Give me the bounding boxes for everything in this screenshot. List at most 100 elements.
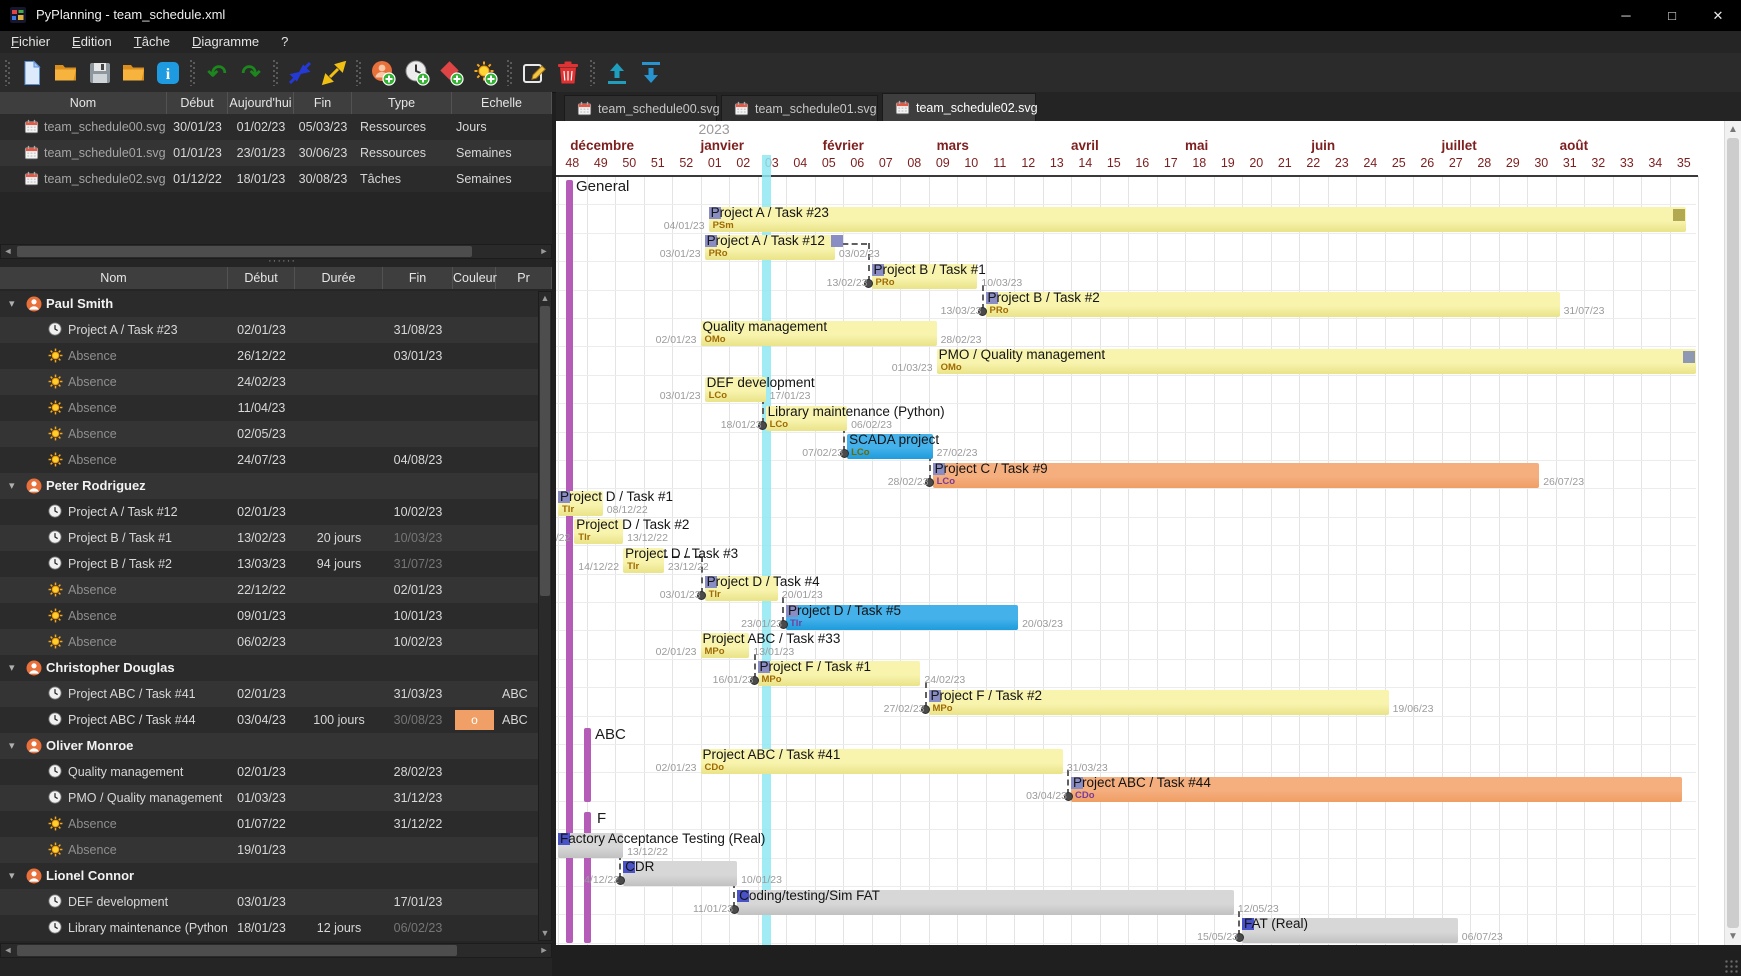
- gantt-bar-A23[interactable]: [708, 207, 1686, 232]
- open-folder-button[interactable]: [119, 58, 149, 88]
- menu-fichier[interactable]: Fichier: [0, 31, 61, 53]
- person-row[interactable]: ▾ Peter Rodriguez: [0, 473, 552, 499]
- absence-row[interactable]: Absence 11/04/23: [0, 395, 552, 421]
- task-row[interactable]: Library maintenance (Python) 18/01/23 12 j…: [0, 915, 552, 941]
- absence-row[interactable]: Absence 01/07/22 31/12/22: [0, 811, 552, 837]
- edit-item-button[interactable]: [519, 58, 549, 88]
- absence-row[interactable]: Absence 02/05/23: [0, 421, 552, 447]
- collapse-triangle-icon[interactable]: ▾: [9, 473, 15, 499]
- collapse-triangle-icon[interactable]: ▾: [9, 733, 15, 759]
- absence-row[interactable]: Absence 09/01/23 10/01/23: [0, 603, 552, 629]
- tasks-table-vscrollbar[interactable]: ▲ ▼: [538, 291, 552, 941]
- add-milestone-button[interactable]: [436, 58, 466, 88]
- scroll-left-icon[interactable]: ◄: [1, 245, 15, 258]
- absence-row[interactable]: Absence 24/07/23 04/08/23: [0, 447, 552, 473]
- tab-team_schedule01svg[interactable]: team_schedule01.svg: [721, 95, 878, 121]
- column-header-fin[interactable]: Fin: [294, 92, 352, 114]
- column-header-aujourdhui[interactable]: Aujourd'hui: [228, 92, 294, 114]
- gantt-bar-title: Project B / Task #1: [873, 261, 986, 277]
- task-row[interactable]: Project B / Task #1 13/02/23 20 jours 10/03…: [0, 525, 552, 551]
- column-header-dbut[interactable]: Début: [228, 267, 295, 289]
- absence-row[interactable]: Absence 22/12/22 02/01/23: [0, 577, 552, 603]
- task-duree: [295, 499, 383, 525]
- scroll-right-icon[interactable]: ►: [537, 245, 551, 258]
- scroll-thumb[interactable]: [17, 246, 472, 257]
- person-row[interactable]: ▾ Oliver Monroe: [0, 733, 552, 759]
- tab-team_schedule02svg[interactable]: team_schedule02.svg: [882, 93, 1038, 121]
- file-row[interactable]: team_schedule00.svg 30/01/23 01/02/23 05/03…: [0, 114, 552, 140]
- scroll-down-icon[interactable]: ▼: [1725, 929, 1741, 944]
- gantt-date-start: 15/05/23: [1197, 931, 1238, 944]
- task-row[interactable]: Project ABC / Task #44 03/04/23 100 jours 3…: [0, 707, 552, 733]
- scroll-up-icon[interactable]: ▲: [1725, 122, 1741, 137]
- scroll-thumb[interactable]: [540, 306, 550, 596]
- absence-row[interactable]: Absence 06/02/23 10/02/23: [0, 629, 552, 655]
- person-row[interactable]: ▾ Paul Smith: [0, 291, 552, 317]
- column-header-nom[interactable]: Nom: [0, 267, 228, 289]
- menu-?[interactable]: ?: [270, 31, 299, 53]
- gantt-bar-title: SCADA project: [849, 432, 940, 448]
- task-row[interactable]: Project ABC / Task #41 02/01/23 31/03/23 AB…: [0, 681, 552, 707]
- move-up-button[interactable]: [602, 58, 632, 88]
- collapse-triangle-icon[interactable]: ▾: [9, 291, 15, 317]
- gantt-date-start: 18/01/23: [720, 418, 762, 431]
- gantt-bar-title: Library maintenance (Python): [767, 403, 945, 419]
- column-header-couleur[interactable]: Couleur: [453, 267, 497, 289]
- task-row[interactable]: Quality management 02/01/23 28/02/23: [0, 759, 552, 785]
- close-button[interactable]: ✕: [1695, 0, 1741, 31]
- absence-row[interactable]: Absence 19/01/23: [0, 837, 552, 863]
- redo-button[interactable]: ↷: [236, 58, 266, 88]
- collapse-triangle-icon[interactable]: ▾: [9, 655, 15, 681]
- maximize-button[interactable]: □: [1649, 0, 1695, 31]
- person-row[interactable]: ▾ Lionel Connor: [0, 863, 552, 889]
- column-header-type[interactable]: Type: [352, 92, 452, 114]
- add-duration-button[interactable]: [402, 58, 432, 88]
- absence-row[interactable]: Absence 24/02/23: [0, 369, 552, 395]
- task-row[interactable]: Project A / Task #12 02/01/23 10/02/23: [0, 499, 552, 525]
- absence-row[interactable]: Absence 26/12/22 03/01/23: [0, 343, 552, 369]
- menu-tche[interactable]: Tâche: [123, 31, 181, 53]
- resize-grip[interactable]: [1724, 959, 1738, 973]
- column-header-nom[interactable]: Nom: [0, 92, 167, 114]
- person-row[interactable]: ▾ Christopher Douglas: [0, 655, 552, 681]
- add-leave-button[interactable]: [470, 58, 500, 88]
- menu-diagramme[interactable]: Diagramme: [181, 31, 270, 53]
- scroll-thumb[interactable]: [1727, 138, 1739, 928]
- tab-team_schedule00svg[interactable]: team_schedule00.svg: [564, 95, 720, 121]
- task-name: Project A / Task #23: [68, 323, 178, 337]
- scroll-right-icon[interactable]: ►: [537, 944, 551, 957]
- move-down-button[interactable]: [636, 58, 666, 88]
- open-document-button[interactable]: [51, 58, 81, 88]
- scroll-down-icon[interactable]: ▼: [538, 927, 552, 940]
- file-row[interactable]: team_schedule02.svg 01/12/22 18/01/23 30/08…: [0, 166, 552, 192]
- file-row[interactable]: team_schedule01.svg 01/01/23 23/01/23 30/06…: [0, 140, 552, 166]
- column-header-echelle[interactable]: Echelle: [452, 92, 552, 114]
- panel-splitter[interactable]: ······: [268, 255, 296, 267]
- info-button[interactable]: i: [153, 58, 183, 88]
- task-row[interactable]: DEF development 03/01/23 17/01/23: [0, 889, 552, 915]
- column-header-fin[interactable]: Fin: [383, 267, 453, 289]
- undo-button[interactable]: ↶: [202, 58, 232, 88]
- column-header-dbut[interactable]: Début: [167, 92, 228, 114]
- timeline-week: 08: [907, 156, 922, 170]
- scroll-up-icon[interactable]: ▲: [538, 292, 552, 305]
- minimize-button[interactable]: ─: [1603, 0, 1649, 31]
- new-document-button[interactable]: [17, 58, 47, 88]
- task-row[interactable]: Project B / Task #2 13/03/23 94 jours 31/07…: [0, 551, 552, 577]
- menu-edition[interactable]: Edition: [61, 31, 123, 53]
- column-header-dure[interactable]: Durée: [295, 267, 383, 289]
- column-header-pr[interactable]: Pr: [496, 267, 552, 289]
- gantt-bar-initials: PRo: [708, 248, 728, 260]
- collapse-button[interactable]: [285, 58, 315, 88]
- tasks-table-hscrollbar[interactable]: ◄ ►: [0, 943, 552, 958]
- collapse-triangle-icon[interactable]: ▾: [9, 863, 15, 889]
- scroll-thumb[interactable]: [17, 945, 457, 956]
- expand-button[interactable]: [319, 58, 349, 88]
- scroll-left-icon[interactable]: ◄: [1, 944, 15, 957]
- delete-item-button[interactable]: [553, 58, 583, 88]
- task-row[interactable]: Project A / Task #23 02/01/23 31/08/23: [0, 317, 552, 343]
- task-row[interactable]: PMO / Quality management 01/03/23 31/12/23: [0, 785, 552, 811]
- add-resource-button[interactable]: [368, 58, 398, 88]
- save-button[interactable]: [85, 58, 115, 88]
- gantt-vertical-scrollbar[interactable]: ▲ ▼: [1724, 121, 1741, 945]
